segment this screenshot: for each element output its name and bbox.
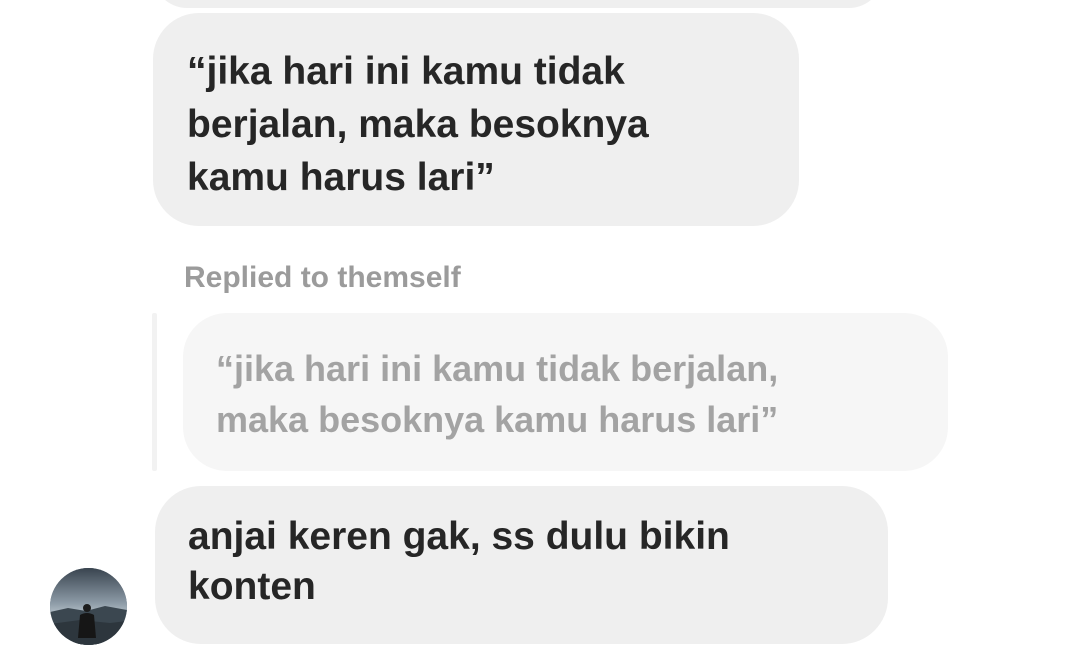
avatar-photo-icon — [50, 568, 127, 645]
quoted-message-text: “jika hari ini kamu tidak berjalan, maka… — [216, 348, 779, 440]
sender-avatar[interactable] — [50, 568, 127, 645]
reply-message-bubble[interactable]: anjai keren gak, ss dulu bikin konten — [155, 486, 888, 644]
message-text: “jika hari ini kamu tidak berjalan, maka… — [187, 50, 649, 199]
message-text: anjai keren gak, ss dulu bikin konten — [188, 515, 730, 608]
quoted-message-bubble[interactable]: “jika hari ini kamu tidak berjalan, maka… — [183, 313, 948, 471]
chat-thread: “jika hari ini kamu tidak berjalan, maka… — [0, 0, 1080, 666]
reply-label: Replied to themself — [184, 261, 461, 294]
previous-message-bubble[interactable] — [153, 0, 883, 8]
message-bubble[interactable]: “jika hari ini kamu tidak berjalan, maka… — [153, 13, 799, 226]
reply-indicator-bar — [152, 313, 157, 471]
